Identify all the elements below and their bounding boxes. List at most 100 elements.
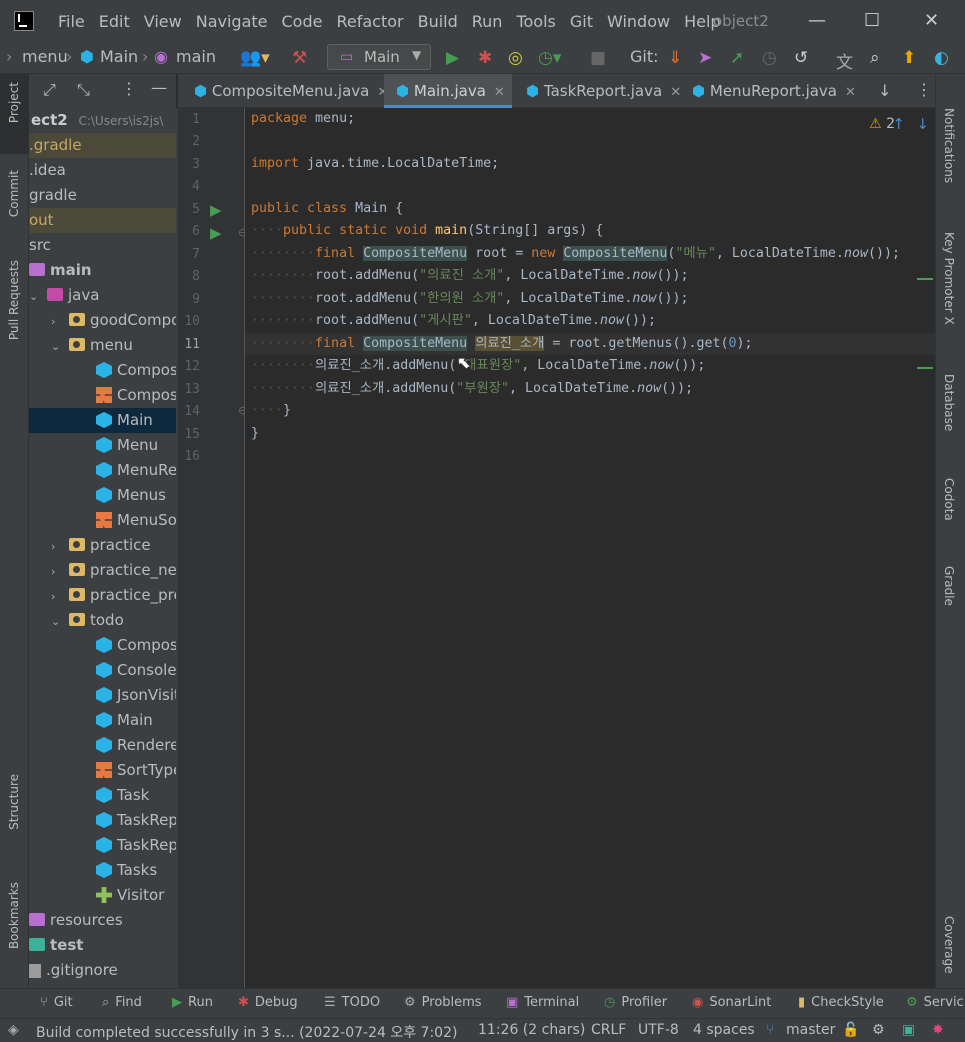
tab-options-icon[interactable]: ⋮	[916, 80, 932, 99]
close-window-icon[interactable]: ✕	[924, 10, 939, 31]
tool-database[interactable]: Database	[942, 374, 956, 431]
chevron-right-icon[interactable]: ›	[51, 309, 61, 334]
tab-menureport[interactable]: ⬢ MenuReport.java ✕	[684, 74, 864, 108]
tree-item[interactable]: › goodCompo	[29, 308, 176, 333]
tree-item[interactable]: Task	[29, 783, 176, 808]
tool-debug[interactable]: ✱ Debug	[238, 995, 298, 1010]
close-tab-icon[interactable]: ✕	[670, 85, 681, 100]
coverage-icon[interactable]: ◎	[508, 48, 523, 68]
tool-coverage[interactable]: Coverage	[942, 916, 956, 974]
tool-find[interactable]: ⌕ Find	[102, 995, 142, 1010]
tool-bookmarks[interactable]: Bookmarks	[7, 882, 21, 949]
chevron-right-icon[interactable]: ›	[51, 534, 61, 559]
profile-icon[interactable]: ◷▾	[538, 48, 561, 68]
tree-item[interactable]: resources	[29, 908, 176, 933]
tab-main[interactable]: ⬢ Main.java ✕	[384, 74, 512, 108]
file-encoding[interactable]: UTF-8	[638, 1022, 679, 1038]
hide-panel-icon[interactable]: —	[151, 78, 167, 97]
collapse-icon[interactable]: ⤡	[77, 80, 90, 100]
chevron-down-icon[interactable]: ⌄	[29, 284, 39, 309]
status-message[interactable]: Build completed successfully in 3 s... (…	[36, 1022, 457, 1042]
menu-edit[interactable]: Edit	[99, 12, 130, 31]
tree-item[interactable]: gradle	[29, 183, 176, 208]
tree-item[interactable]: Compos	[29, 358, 176, 383]
chevron-down-icon[interactable]: ⌄	[51, 609, 61, 634]
update-icon[interactable]: ⬆	[902, 48, 916, 68]
tree-item[interactable]: .gitignore	[29, 958, 176, 983]
close-tab-icon[interactable]: ✕	[494, 85, 505, 100]
tree-item[interactable]: Visitor	[29, 883, 176, 908]
close-tab-icon[interactable]: ✕	[845, 85, 856, 100]
run-configuration-select[interactable]: ▭ Main ▼	[327, 44, 431, 70]
menu-view[interactable]: View	[144, 12, 182, 31]
tool-pull-requests[interactable]: Pull Requests	[7, 260, 21, 340]
tree-item[interactable]: .idea	[29, 158, 176, 183]
inspection-widget[interactable]: ⚠ 2	[869, 116, 895, 132]
tool-git[interactable]: ⑂ Git	[40, 995, 73, 1010]
chevron-right-icon[interactable]: ›	[51, 584, 61, 609]
tree-item[interactable]: main	[29, 258, 176, 283]
tool-sonarlint[interactable]: ◉ SonarLint	[692, 995, 771, 1010]
tool-codota[interactable]: Codota	[942, 478, 956, 521]
translate-icon[interactable]: 文	[836, 48, 853, 73]
tool-run[interactable]: ▶ Run	[172, 995, 213, 1010]
code-with-me-icon[interactable]: ◐	[934, 48, 949, 68]
user-group-icon[interactable]: 👥▾	[240, 48, 270, 68]
tree-item[interactable]: MenuRe	[29, 458, 176, 483]
line-separator[interactable]: CRLF	[591, 1022, 626, 1038]
tool-profiler[interactable]: ◷ Profiler	[604, 995, 667, 1010]
caret-position[interactable]: 11:26 (2 chars)	[478, 1022, 585, 1038]
search-icon[interactable]: ⌕	[870, 48, 880, 68]
tree-item[interactable]: .gradle	[29, 133, 176, 158]
tool-problems[interactable]: ⚙ Problems	[404, 995, 482, 1010]
minimize-icon[interactable]: —	[808, 10, 826, 31]
menu-refactor[interactable]: Refactor	[336, 12, 403, 31]
tree-item[interactable]: › practice_pre	[29, 583, 176, 608]
tool-notifications[interactable]: Notifications	[942, 108, 956, 183]
tree-item[interactable]: TaskRep	[29, 808, 176, 833]
tool-checkstyle[interactable]: ▮ CheckStyle	[798, 995, 884, 1010]
git-branch[interactable]: master	[786, 1022, 835, 1038]
rollback-icon[interactable]: ↺	[794, 48, 808, 68]
tree-item[interactable]: test	[29, 933, 176, 958]
project-root[interactable]: ect2 C:\Users\is2js\	[29, 108, 176, 133]
prev-highlight-icon[interactable]: ↑	[892, 115, 905, 133]
tree-item[interactable]: JsonVisit	[29, 683, 176, 708]
git-push-icon[interactable]: ➚	[730, 48, 744, 68]
tree-item[interactable]: ⌄ menu	[29, 333, 176, 358]
breadcrumb-main-method[interactable]: main	[176, 47, 216, 66]
tree-item[interactable]: › practice_nex	[29, 558, 176, 583]
expand-icon[interactable]: ⤢	[43, 80, 56, 100]
tool-todo[interactable]: ☰ TODO	[324, 995, 380, 1010]
tab-compositemenu[interactable]: ⬢ CompositeMenu.java ✕	[182, 74, 388, 108]
menu-build[interactable]: Build	[418, 12, 458, 31]
tree-item[interactable]: ⌄ todo	[29, 608, 176, 633]
menu-window[interactable]: Window	[607, 12, 670, 31]
tree-item[interactable]: Menu	[29, 433, 176, 458]
menu-code[interactable]: Code	[282, 12, 323, 31]
tool-key-promoter[interactable]: Key Promoter X	[942, 232, 956, 325]
tree-item[interactable]: Main	[29, 408, 176, 433]
options-icon[interactable]: ⋮	[121, 79, 137, 98]
menu-git[interactable]: Git	[570, 12, 593, 31]
tab-taskreport[interactable]: ⬢ TaskReport.java ✕	[514, 74, 684, 108]
tool-structure[interactable]: Structure	[7, 774, 21, 830]
tree-item[interactable]: out	[29, 208, 176, 233]
tool-project[interactable]: Project	[7, 82, 21, 123]
tree-item[interactable]: TaskRep	[29, 833, 176, 858]
run-gutter-icon[interactable]: ▶	[210, 224, 222, 242]
settings-icon[interactable]: ⚙	[872, 1022, 885, 1038]
menu-run[interactable]: Run	[472, 12, 503, 31]
chevron-right-icon[interactable]: ›	[51, 559, 61, 584]
tree-item[interactable]: Tasks	[29, 858, 176, 883]
tree-item[interactable]: SortType	[29, 758, 176, 783]
tool-terminal[interactable]: ▣ Terminal	[506, 995, 579, 1010]
tree-item[interactable]: Menus	[29, 483, 176, 508]
build-hammer-icon[interactable]: ⚒	[292, 48, 307, 68]
chevron-down-icon[interactable]: ⌄	[51, 334, 61, 359]
breadcrumb-main-class[interactable]: Main	[100, 47, 138, 66]
tab-list-icon[interactable]: ↓	[878, 81, 891, 100]
history-icon[interactable]: ◷	[762, 48, 777, 68]
tool-commit[interactable]: Commit	[7, 170, 21, 217]
code-editor[interactable]: ⚠ 2 ↑ ↓ package menu; import java.time.L…	[245, 108, 935, 988]
